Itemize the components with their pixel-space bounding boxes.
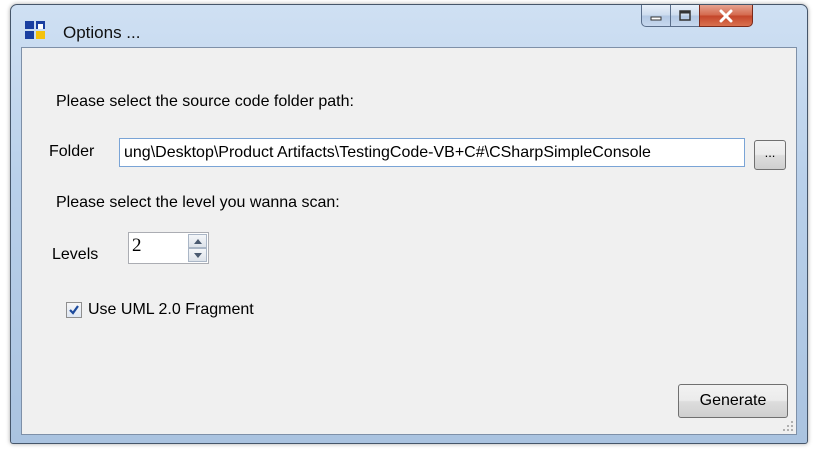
close-button[interactable] xyxy=(699,5,753,27)
resize-grip-icon[interactable] xyxy=(782,420,794,432)
arrow-down-icon xyxy=(193,252,202,258)
checkmark-icon xyxy=(69,305,79,315)
minimize-button[interactable] xyxy=(641,5,671,27)
generate-button[interactable]: Generate xyxy=(678,384,788,418)
levels-decrement-button[interactable] xyxy=(188,248,207,262)
browse-button[interactable]: ... xyxy=(754,140,786,170)
app-icon xyxy=(25,21,45,39)
uml-fragment-label[interactable]: Use UML 2.0 Fragment xyxy=(88,301,254,319)
title-bar[interactable]: Options ... xyxy=(11,5,807,42)
level-prompt: Please select the level you wanna scan: xyxy=(56,194,340,211)
maximize-icon xyxy=(679,9,691,21)
arrow-up-icon xyxy=(193,238,202,244)
levels-increment-button[interactable] xyxy=(188,234,207,248)
minimize-icon xyxy=(650,16,662,20)
close-icon xyxy=(719,9,733,22)
folder-label: Folder xyxy=(49,143,95,160)
dialog-body: Please select the source code folder pat… xyxy=(21,47,797,435)
folder-path-input[interactable]: ung\Desktop\Product Artifacts\TestingCod… xyxy=(119,138,745,167)
folder-prompt: Please select the source code folder pat… xyxy=(56,93,354,110)
options-dialog: Options ... Please select the source cod… xyxy=(10,4,808,444)
window-title: Options ... xyxy=(63,23,141,42)
levels-label: Levels xyxy=(52,246,99,263)
levels-value[interactable]: 2 xyxy=(132,235,142,257)
maximize-button[interactable] xyxy=(670,5,700,27)
uml-fragment-checkbox[interactable] xyxy=(66,302,82,318)
levels-stepper[interactable]: 2 xyxy=(128,232,209,264)
